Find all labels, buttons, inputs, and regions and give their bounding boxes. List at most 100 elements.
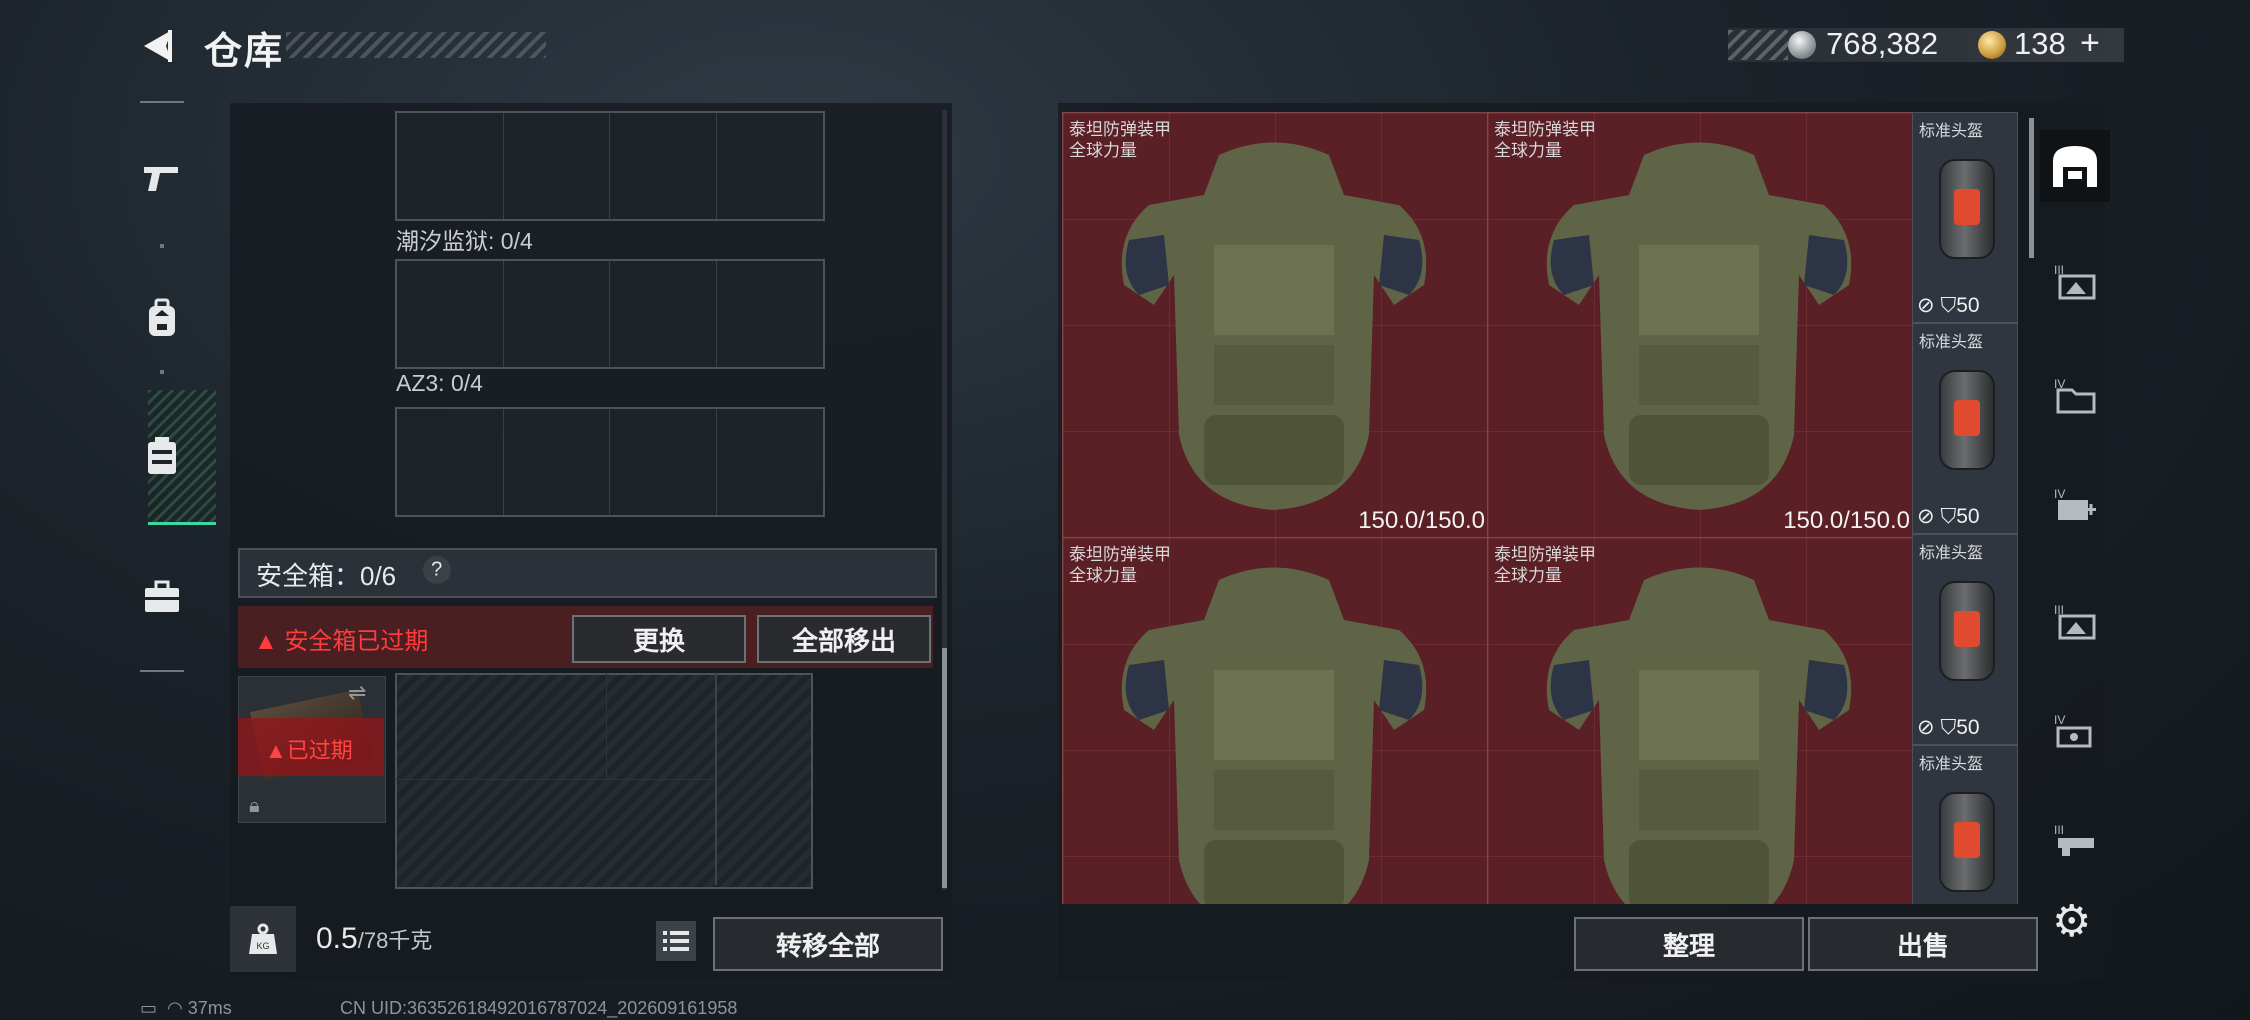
slot-grid-az3[interactable]: [395, 407, 825, 517]
expired-warning: ▲ 安全箱已过期: [254, 621, 428, 656]
category-toolbox[interactable]: [140, 575, 184, 619]
stash-tab-4b[interactable]: IV: [2040, 470, 2110, 542]
stash-tab-3b[interactable]: III: [2040, 586, 2110, 658]
stash-tab-main[interactable]: [2040, 130, 2110, 202]
grid-divider: [715, 673, 717, 885]
stash-weapon-icon: III: [2054, 823, 2094, 856]
armor-item[interactable]: 泰坦防弹装甲 全球力量 150.0/150.0: [1487, 112, 1912, 538]
stash-medical-icon: IV: [2054, 487, 2096, 520]
armor-durability: 150.0/150.0: [1783, 507, 1910, 534]
helmet-armor-value: 50: [1956, 294, 1980, 317]
no-repair-icon: ⊘: [1917, 505, 1935, 528]
grid-divider: [606, 673, 607, 779]
armor-vest-icon: [1121, 567, 1427, 904]
page-title: 仓库: [204, 31, 285, 73]
stash-page-icon: III: [2054, 263, 2096, 300]
list-view-button[interactable]: [656, 921, 696, 961]
category-containers[interactable]: [140, 434, 184, 478]
helmet-name: 标准头盔: [1919, 334, 1984, 351]
stash-tab-4c[interactable]: IV: [2040, 696, 2110, 768]
armor-vest-icon: [1546, 142, 1852, 510]
armor-item[interactable]: 泰坦防弹装甲 全球力量 150.0/150.0: [1062, 112, 1488, 538]
svg-text:III: III: [2054, 823, 2064, 837]
replace-button[interactable]: 更换: [572, 615, 746, 663]
helmet-item[interactable]: 标准头盔 ⊘ ⛉50: [1912, 323, 2018, 534]
stash-scrollbar[interactable]: [2029, 118, 2034, 258]
weight-icon: KG: [249, 923, 277, 954]
swap-icon[interactable]: ⇌: [348, 680, 366, 706]
settings-gear-icon[interactable]: ⚙: [2052, 896, 2091, 947]
no-repair-icon: ⊘: [1917, 716, 1935, 739]
briefcase-icon: [145, 580, 179, 612]
svg-text:IV: IV: [2054, 487, 2065, 501]
gold-coin-icon: [1978, 31, 2006, 59]
currency-decoration: [1728, 30, 1788, 60]
stash-folder-icon: IV: [2054, 377, 2096, 414]
helmet-item[interactable]: 标准头盔 ⊘ ⛉50: [1912, 112, 2018, 323]
category-equipment[interactable]: [140, 296, 184, 340]
stash-tab-3c[interactable]: III: [2040, 806, 2110, 878]
backpack-icon: [149, 298, 175, 336]
rail-dot: [160, 244, 164, 248]
armor-vest-icon: [1121, 142, 1427, 510]
stash-tools-icon: IV: [2054, 713, 2092, 748]
helmet-icon: [1939, 792, 1995, 892]
case-icon: [148, 437, 176, 474]
move-all-out-button[interactable]: 全部移出: [757, 615, 931, 663]
helmet-icon: [1939, 581, 1995, 681]
stash-grid: 泰坦防弹装甲 全球力量 150.0/150.0 泰坦防弹装甲 全球力量 150.0/…: [1062, 112, 1912, 904]
armor-item[interactable]: 泰坦防弹装甲 全球力量: [1487, 537, 1912, 904]
sort-button[interactable]: 整理: [1574, 917, 1804, 971]
stash-tab-3a[interactable]: III: [2040, 246, 2110, 318]
weight-max: /78千克: [357, 928, 433, 953]
category-weapons[interactable]: [140, 156, 184, 200]
shield-icon: ⛉: [1940, 294, 1957, 317]
pistol-icon: [144, 167, 178, 191]
device-status: ▭ ◠ 37ms: [140, 998, 232, 1019]
stash-icon: [2053, 146, 2097, 187]
stash-page-icon: III: [2054, 603, 2096, 640]
shield-icon: ⛉: [1940, 505, 1957, 528]
uid-text: CN UID:3635261849201678​7024_20260916195…: [340, 998, 738, 1018]
warning-icon: ▲: [265, 738, 287, 763]
battery-icon: ▭: [140, 998, 158, 1018]
slot-grid-prison[interactable]: [395, 259, 825, 369]
sell-button[interactable]: 出售: [1808, 917, 2038, 971]
helmet-icon: [1939, 159, 1995, 259]
helmet-armor-value: 50: [1956, 505, 1980, 528]
no-repair-icon: ⊘: [1917, 294, 1935, 317]
weight-display: 0.5/78千克: [316, 922, 432, 956]
safebox-grid: [395, 673, 813, 889]
warning-icon: ▲: [254, 628, 278, 655]
armor-durability: 150.0/150.0: [1358, 507, 1485, 534]
svg-text:KG: KG: [256, 941, 269, 951]
silver-amount: 768,382: [1826, 26, 1939, 61]
stash-tab-4a[interactable]: IV: [2040, 360, 2110, 432]
transfer-all-button[interactable]: 转移全部: [713, 917, 943, 971]
helmet-column: 标准头盔 ⊘ ⛉50 标准头盔 ⊘ ⛉50 标准头盔 ⊘ ⛉50 标准头盔: [1912, 112, 2018, 904]
rail-divider: [140, 101, 184, 103]
helmet-item[interactable]: 标准头盔 ⊘ ⛉50: [1912, 534, 2018, 745]
back-arrow-icon[interactable]: [138, 26, 178, 66]
silver-coin-icon: [1788, 31, 1816, 59]
svg-text:IV: IV: [2054, 713, 2065, 727]
case-expired-label: ▲已过期: [265, 738, 353, 763]
weight-current: 0.5: [316, 922, 358, 955]
section-label-az3: AZ3: 0/4: [396, 370, 483, 396]
weight-lock-button[interactable]: KG: [230, 906, 296, 972]
helmet-name: 标准头盔: [1919, 545, 1984, 562]
add-currency-button[interactable]: +: [2080, 24, 2100, 63]
ping-value: 37ms: [187, 998, 232, 1018]
grid-divider: [395, 779, 715, 780]
slot-grid[interactable]: [395, 111, 825, 221]
title-decoration: [286, 32, 546, 58]
helmet-name: 标准头盔: [1919, 123, 1984, 140]
helmet-armor-value: 50: [1956, 716, 1980, 739]
left-scroll-thumb[interactable]: [942, 648, 947, 888]
rail-dot: [160, 370, 164, 374]
armor-item[interactable]: 泰坦防弹装甲 全球力量: [1062, 537, 1488, 904]
shield-icon: ⛉: [1940, 716, 1957, 739]
helmet-item[interactable]: 标准头盔: [1912, 745, 2018, 904]
expired-warning-text: 安全箱已过期: [284, 628, 429, 655]
rail-divider: [140, 670, 184, 672]
